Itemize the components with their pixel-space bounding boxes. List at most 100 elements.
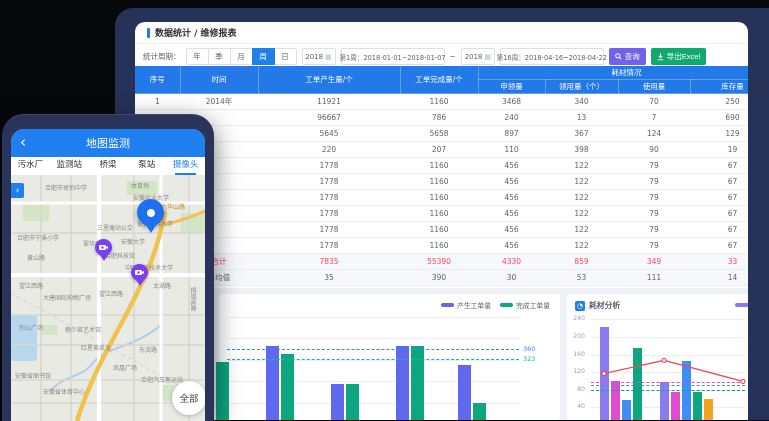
bar-产生工单量 [331, 384, 344, 420]
phone-tab-泵站[interactable]: 泵站 [127, 157, 166, 175]
legend-label: 产生工单量 [457, 300, 491, 310]
table-cell: 5658 [400, 126, 478, 142]
phone-tab-污水厂[interactable]: 污水厂 [11, 157, 50, 175]
table-cell: 4330 [478, 254, 545, 270]
card-title-bar: 数据统计 / 维修报表 [135, 22, 748, 44]
table-cell: 220 [258, 142, 400, 158]
phone-header: ‹ 地图监测 [11, 129, 205, 157]
camera-marker-pin[interactable] [95, 239, 112, 261]
table-cell: 110 [478, 142, 545, 158]
table-cell: 207 [400, 142, 478, 158]
table-row: 177811604561227967 [135, 222, 748, 238]
chart-gridline [227, 338, 519, 339]
y-tick-label: 240 [569, 315, 585, 322]
phone-tab-桥梁[interactable]: 桥梁 [89, 157, 128, 175]
query-button[interactable]: 查询 [609, 48, 646, 65]
map-place-label: 三里庵站公交 [97, 223, 133, 232]
year-end-select[interactable]: 2018 ▦ [461, 48, 495, 65]
consumable-bar [671, 392, 680, 420]
reference-label: 360 [523, 345, 535, 353]
table-cell: 122 [545, 206, 618, 222]
legend-item[interactable]: 产生工单量 [441, 300, 491, 310]
map-place-label: 安徽省体育中心 [43, 387, 85, 396]
calendar-icon: ▦ [325, 53, 332, 61]
all-filter-button[interactable]: 全部 [172, 381, 205, 415]
camera-icon [135, 269, 144, 276]
table-cell: 456 [478, 206, 545, 222]
selected-location-pin[interactable] [137, 199, 164, 233]
table-cell: 55390 [400, 254, 478, 270]
map-place-label: 望江西路 [99, 289, 123, 298]
table-cell: 398 [545, 142, 618, 158]
table-cell: 456 [478, 158, 545, 174]
legend-swatch [500, 303, 513, 307]
y-tick-label: 160 [569, 351, 585, 358]
table-row: 96667786240137690 [135, 110, 748, 126]
consumable-bar [693, 392, 702, 420]
year-end-value: 2018 [465, 53, 483, 61]
table-row: 177811604561227967 [135, 206, 748, 222]
bar-产生工单量 [396, 346, 409, 420]
download-icon [657, 53, 664, 61]
table-cell: 859 [545, 254, 618, 270]
camera-marker-pin[interactable] [131, 264, 148, 286]
table-cell: 456 [478, 174, 545, 190]
y-tick-label: 40 [569, 403, 585, 410]
filter-label: 统计周期： [143, 51, 181, 62]
period-option-月[interactable]: 月 [230, 48, 253, 65]
range-start-input[interactable]: 第1周：2018-01-01~2018-01-07 [341, 48, 445, 65]
chart-gridline [227, 317, 519, 318]
period-option-日[interactable]: 日 [274, 48, 297, 65]
table-cell: 1778 [258, 238, 400, 254]
table-cell: 30 [478, 270, 545, 286]
table-cell: 79 [618, 222, 690, 238]
period-option-周[interactable]: 周 [252, 48, 275, 65]
consumable-bar [704, 399, 713, 420]
map-view[interactable]: 合肥市琥珀中学体育场安徽农业大学三里庵站公交安徽医科大学合肥市宁溪小学翠华广场安… [11, 175, 205, 421]
period-option-季[interactable]: 季 [208, 48, 231, 65]
period-segmented-control: 年季月周日 [186, 48, 297, 65]
reference-label: 323 [523, 355, 535, 363]
phone-tab-监测站[interactable]: 监测站 [50, 157, 89, 175]
sub-header: 使用量 [618, 80, 690, 94]
table-cell: 67 [690, 174, 748, 190]
y-tick-label: 80 [569, 386, 585, 393]
legend-swatch[interactable] [735, 303, 748, 307]
table-cell: 456 [478, 238, 545, 254]
table-cell: 1160 [400, 174, 478, 190]
accent-bar [147, 28, 150, 38]
table-cell: 33 [690, 254, 748, 270]
table-cell: 79 [618, 174, 690, 190]
map-place-label: 九华山路 [161, 202, 185, 211]
export-excel-button[interactable]: 导出Excel [651, 48, 706, 65]
table-cell: 79 [618, 158, 690, 174]
report-table: 序号 时间 工单产生量/个 工单完成量/个 耗材情况 申领量 领用量（个） 使用… [135, 66, 748, 286]
table-cell: 96667 [258, 110, 400, 126]
table-cell: 67 [690, 238, 748, 254]
table-cell: 2014年 [180, 94, 258, 110]
table-cell: 111 [618, 270, 690, 286]
expand-panel-button[interactable]: › [11, 183, 24, 198]
year-start-select[interactable]: 2018 ▦ [302, 48, 336, 65]
breadcrumb: 数据统计 / 维修报表 [155, 26, 237, 39]
reference-line [227, 349, 519, 350]
legend-item[interactable]: 完成工单量 [500, 300, 550, 310]
chart-legend: 产生工单量完成工单量 [441, 300, 550, 310]
dashboard-card: 数据统计 / 维修报表 统计周期： 年季月周日 2018 ▦ 第1周：2018-… [135, 22, 748, 420]
table-row: 12014年119211160346834070250 [135, 94, 748, 110]
range-end-input[interactable]: 第16周：2018-04-16~2018-04-22 [500, 48, 604, 65]
phone-tab-摄像头[interactable]: 摄像头 [166, 157, 205, 175]
period-option-年[interactable]: 年 [186, 48, 209, 65]
back-icon[interactable]: ‹ [20, 133, 26, 151]
bar-完成工单量 [346, 384, 359, 420]
y-tick-label: 120 [569, 368, 585, 375]
year-start-value: 2018 [305, 53, 323, 61]
table-cell: 1160 [400, 206, 478, 222]
reference-line [591, 382, 745, 383]
table-cell: 35 [258, 270, 400, 286]
phone-screen: ‹ 地图监测 污水厂监测站桥梁泵站摄像头 [11, 129, 205, 421]
bar-产生工单量 [458, 365, 471, 420]
table-cell: 1160 [400, 238, 478, 254]
legend-swatch [441, 303, 454, 307]
table-row: 177811604561227967 [135, 190, 748, 206]
